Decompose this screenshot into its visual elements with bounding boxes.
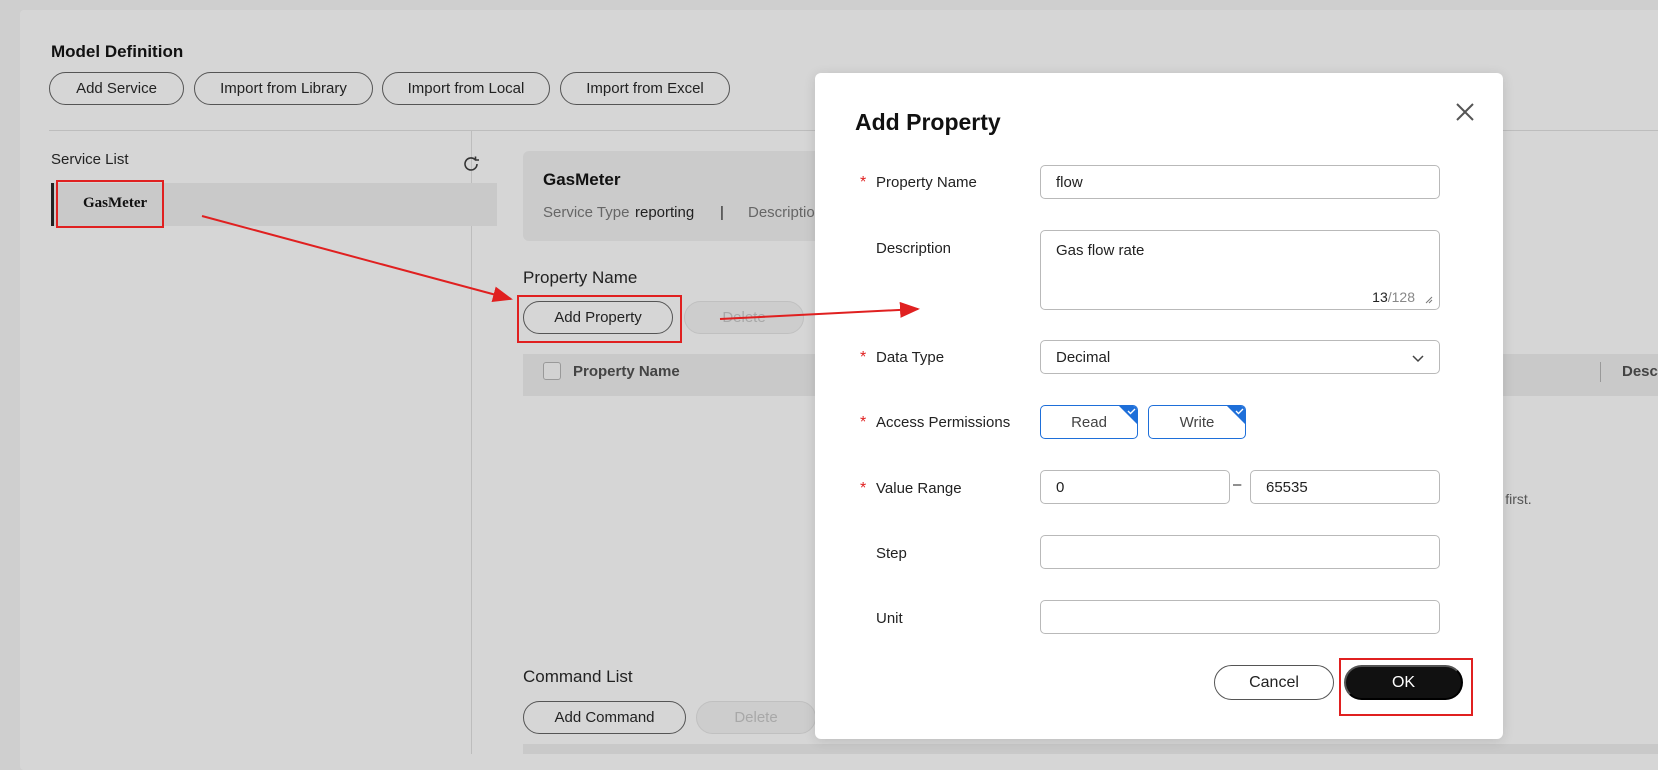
annotation-arrow-to-dialog [719, 301, 920, 320]
annotation-arrow-to-add-property [201, 215, 513, 303]
annotation-arrows [201, 215, 920, 320]
